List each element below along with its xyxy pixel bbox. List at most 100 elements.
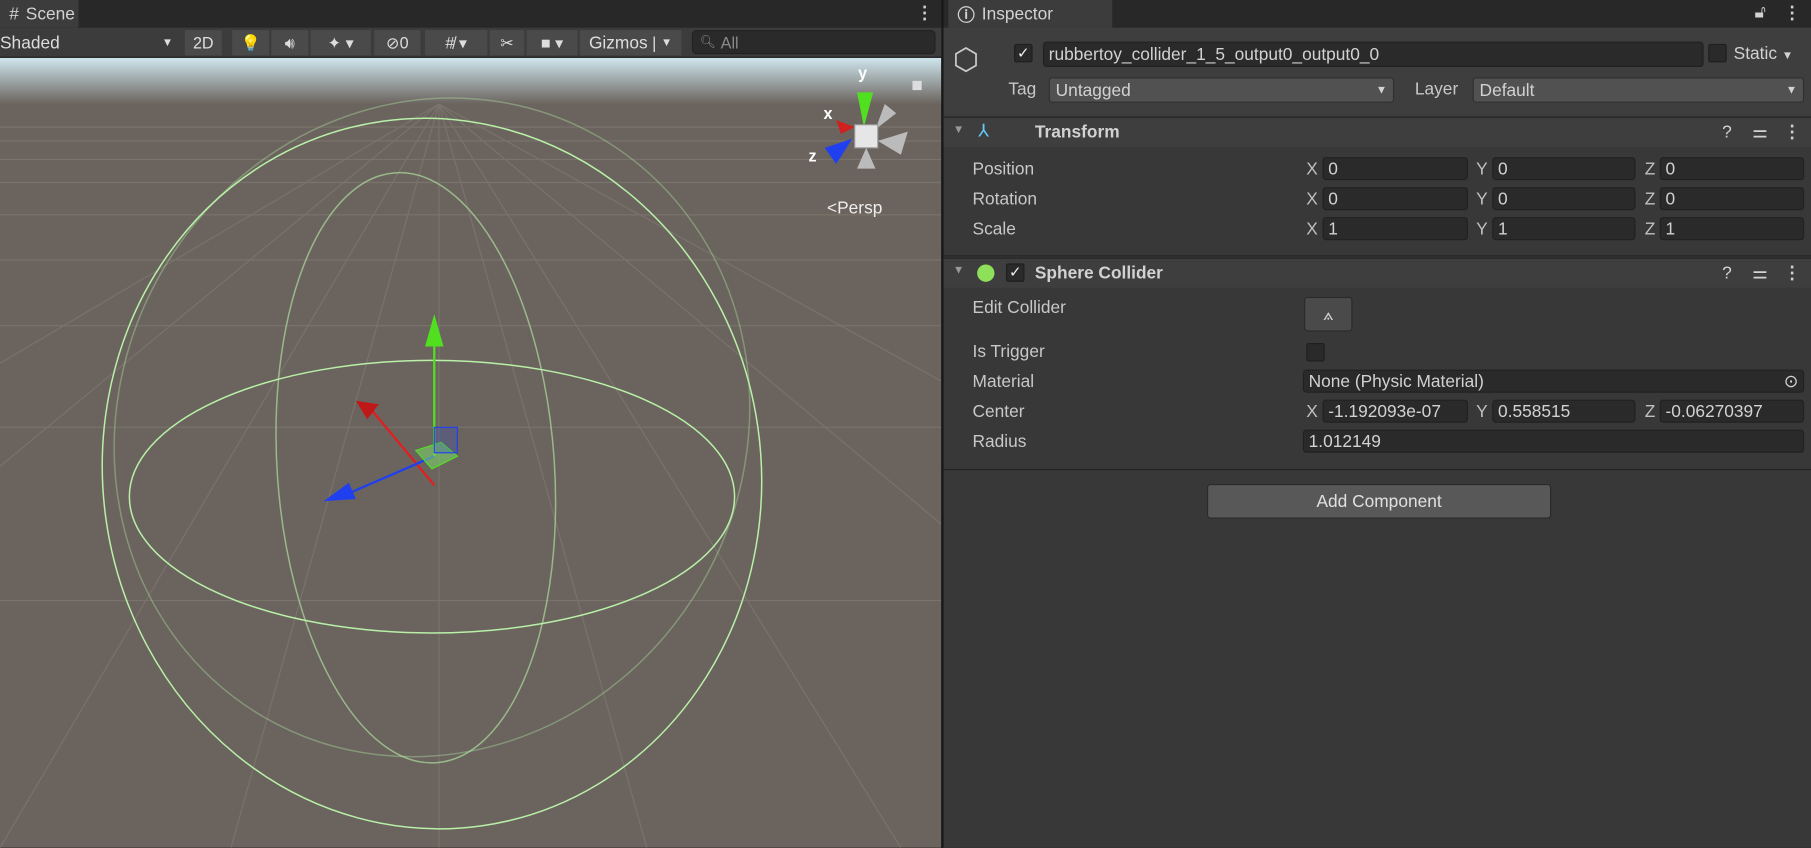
gizmo-y-label: y xyxy=(858,63,868,83)
static-checkbox[interactable] xyxy=(1708,43,1727,63)
component-enabled-checkbox[interactable]: ✓ xyxy=(1006,263,1025,282)
info-icon: ⓘ xyxy=(957,5,975,25)
center-y-label[interactable]: Y xyxy=(1476,402,1488,422)
position-z-input[interactable]: 0 xyxy=(1659,157,1805,181)
hidden-count: 0 xyxy=(399,33,409,52)
scale-z-label[interactable]: Z xyxy=(1645,219,1656,239)
tab-inspector[interactable]: ⓘ Inspector xyxy=(948,0,1113,28)
foldout-arrow-icon[interactable]: ▼ xyxy=(953,264,964,277)
scale-label: Scale xyxy=(972,219,1016,240)
position-x-input[interactable]: 0 xyxy=(1322,157,1469,181)
rotation-x-input[interactable]: 0 xyxy=(1322,187,1469,211)
position-y-input[interactable]: 0 xyxy=(1492,157,1636,181)
foldout-arrow-icon[interactable]: ▼ xyxy=(953,124,964,137)
gameobject-header: ⬡ ✓ rubbertoy_collider_1_5_output0_outpu… xyxy=(943,27,1811,116)
tools-icon: ✂ xyxy=(500,32,514,52)
tag-value: Untagged xyxy=(1055,80,1131,100)
divider xyxy=(943,255,1811,257)
search-placeholder: All xyxy=(720,32,739,52)
effects-dropdown[interactable]: ✦ ▾ xyxy=(310,30,371,56)
scale-z-input[interactable]: 1 xyxy=(1659,217,1805,241)
help-icon[interactable]: ? xyxy=(1722,122,1732,142)
rotation-x-label[interactable]: X xyxy=(1306,189,1318,209)
tag-dropdown[interactable]: Untagged ▼ xyxy=(1048,77,1395,103)
center-label: Center xyxy=(972,401,1025,422)
gameobject-cube-icon[interactable]: ⬡ xyxy=(953,42,979,78)
audio-toggle-button[interactable]: 🔊︎ xyxy=(271,30,309,56)
edit-collider-icon: ⟑ xyxy=(1322,304,1334,324)
divider xyxy=(943,468,1811,471)
object-name-input[interactable]: rubbertoy_collider_1_5_output0_output0_0 xyxy=(1042,41,1704,67)
rotation-y-label[interactable]: Y xyxy=(1476,189,1488,209)
scale-x-input[interactable]: 1 xyxy=(1322,217,1469,241)
inspector-more-menu-icon[interactable]: ⋮ xyxy=(1783,2,1800,23)
center-z-label[interactable]: Z xyxy=(1645,402,1656,422)
static-dropdown[interactable]: Static ▼ xyxy=(1734,44,1794,64)
tools-button[interactable]: ✂ xyxy=(489,30,525,56)
grid-hash-icon: # xyxy=(9,4,19,24)
gizmo-lock-icon[interactable] xyxy=(912,80,922,91)
grid-snap-dropdown[interactable]: #̸ ▾ xyxy=(425,30,488,56)
scene-viewport[interactable]: y x z <Persp xyxy=(0,57,942,848)
search-icon: 🔍︎ xyxy=(699,35,717,50)
scene-canvas[interactable] xyxy=(0,57,942,848)
is-trigger-checkbox[interactable] xyxy=(1306,343,1325,362)
center-x-input[interactable]: -1.192093e-07 xyxy=(1322,399,1469,423)
radius-input[interactable]: 1.012149 xyxy=(1302,429,1805,453)
gizmo-center-cube[interactable] xyxy=(854,124,879,149)
scale-y-input[interactable]: 1 xyxy=(1492,217,1636,241)
position-z-label[interactable]: Z xyxy=(1645,159,1656,179)
scene-more-menu-icon[interactable]: ⋮ xyxy=(916,2,933,23)
rotation-z-label[interactable]: Z xyxy=(1645,189,1656,209)
yz-plane-handle[interactable] xyxy=(433,426,458,454)
presets-icon[interactable]: ⚌ xyxy=(1752,121,1768,142)
2d-toggle-button[interactable]: 2D xyxy=(184,30,222,56)
rotation-label: Rotation xyxy=(972,189,1038,210)
material-object-field[interactable]: None (Physic Material) ⊙ xyxy=(1302,369,1805,393)
rotation-z-input[interactable]: 0 xyxy=(1659,187,1805,211)
tab-scene[interactable]: # Scene xyxy=(0,0,79,28)
transform-header[interactable]: ▼ ⅄ Transform ? ⚌ ⋮ xyxy=(943,116,1811,147)
gizmos-dropdown[interactable]: Gizmos | ▼ xyxy=(579,30,682,56)
scale-x-label[interactable]: X xyxy=(1306,219,1318,239)
lightbulb-icon: 💡 xyxy=(240,32,261,52)
component-menu-icon[interactable]: ⋮ xyxy=(1783,121,1800,142)
object-picker-icon[interactable]: ⊙ xyxy=(1784,371,1799,392)
scale-y-label[interactable]: Y xyxy=(1476,219,1488,239)
presets-icon[interactable]: ⚌ xyxy=(1752,262,1768,283)
layer-dropdown[interactable]: Default ▼ xyxy=(1472,77,1805,103)
tag-label: Tag xyxy=(1008,79,1037,100)
help-icon[interactable]: ? xyxy=(1722,263,1732,283)
position-x-label[interactable]: X xyxy=(1306,159,1318,179)
position-y-label[interactable]: Y xyxy=(1476,159,1488,179)
component-menu-icon[interactable]: ⋮ xyxy=(1783,262,1800,283)
material-value: None (Physic Material) xyxy=(1308,371,1484,391)
position-label: Position xyxy=(972,159,1035,180)
camera-dropdown[interactable]: ■ ▾ xyxy=(526,30,578,56)
add-component-button[interactable]: Add Component xyxy=(1206,483,1552,519)
effects-icon: ✦ ▾ xyxy=(327,32,354,52)
shading-mode-dropdown[interactable]: Shaded ▼ xyxy=(0,30,178,56)
camera-icon: ■ ▾ xyxy=(540,32,564,52)
is-trigger-label: Is Trigger xyxy=(972,341,1045,362)
lighting-toggle-button[interactable]: 💡 xyxy=(232,30,270,56)
layer-label: Layer xyxy=(1414,79,1459,100)
rotation-y-input[interactable]: 0 xyxy=(1492,187,1636,211)
center-z-input[interactable]: -0.06270397 xyxy=(1659,399,1805,423)
sky xyxy=(0,57,942,104)
scene-search-input[interactable]: 🔍︎ All xyxy=(691,30,936,55)
hidden-objects-toggle[interactable]: ⊘ 0 xyxy=(374,30,421,56)
tab-label: Inspector xyxy=(981,4,1054,24)
gizmo-z-label: z xyxy=(808,146,817,166)
projection-toggle[interactable]: <Persp xyxy=(827,199,882,219)
checkmark-icon: ✓ xyxy=(1008,263,1022,281)
edit-collider-button[interactable]: ⟑ xyxy=(1303,296,1353,332)
eye-slash-icon: ⊘ xyxy=(386,32,400,52)
projection-label: Persp xyxy=(837,198,883,219)
active-checkbox[interactable]: ✓ xyxy=(1014,43,1033,63)
sphere-collider-header[interactable]: ▼ ✓ Sphere Collider ? ⚌ ⋮ xyxy=(943,257,1811,288)
radius-label: Radius xyxy=(972,431,1027,452)
center-x-label[interactable]: X xyxy=(1306,402,1318,422)
center-y-input[interactable]: 0.558515 xyxy=(1492,399,1636,423)
lock-icon[interactable]: 🔓︎ xyxy=(1754,2,1765,22)
